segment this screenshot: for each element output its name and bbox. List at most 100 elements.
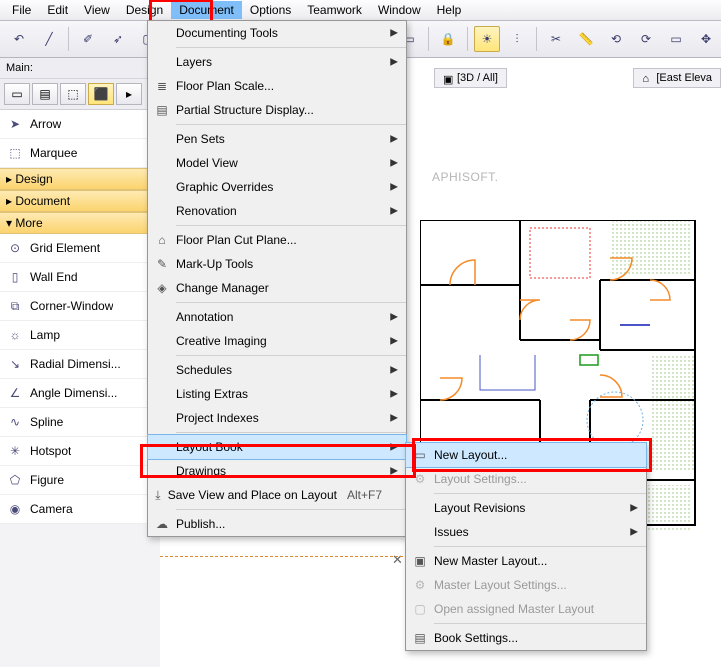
line-icon[interactable]: ╱ bbox=[36, 26, 62, 52]
tool-item-icon: ◉ bbox=[6, 502, 24, 516]
document-menu-item-0[interactable]: Documenting Tools▶ bbox=[148, 21, 406, 45]
document-menu-icon-19 bbox=[148, 382, 176, 406]
rotr-icon[interactable]: ⟳ bbox=[633, 26, 659, 52]
document-menu-item-2[interactable]: Layers▶ bbox=[148, 50, 406, 74]
document-menu-item-23[interactable]: Drawings▶ bbox=[148, 459, 406, 483]
tool-header-document[interactable]: ▸ Document bbox=[0, 190, 160, 212]
tool-palette: Main: ▭ ▤ ⬚ ⬛ ▸ ➤ Arrow ⬚ Marquee ▸ Desi… bbox=[0, 58, 161, 667]
menu-document[interactable]: Document bbox=[171, 1, 242, 19]
tool-item-8[interactable]: ⬠Figure bbox=[0, 466, 160, 495]
document-menu-item-26[interactable]: ☁Publish... bbox=[148, 512, 406, 536]
tool-item-icon: ✳ bbox=[6, 444, 24, 458]
document-menu-icon-18 bbox=[148, 358, 176, 382]
layout-submenu-icon-3 bbox=[406, 496, 434, 520]
layout-book-submenu: ▭New Layout...⚙Layout Settings... Layout … bbox=[405, 442, 647, 651]
menu-window[interactable]: Window bbox=[370, 1, 429, 19]
document-menu-item-22[interactable]: Layout Book▶ bbox=[147, 434, 407, 460]
tool-arrow[interactable]: ➤ Arrow bbox=[0, 110, 160, 139]
tool-item-1[interactable]: ▯Wall End bbox=[0, 263, 160, 292]
layout-submenu-item-6[interactable]: ▣New Master Layout... bbox=[406, 549, 646, 573]
document-menu-item-11[interactable]: ⌂Floor Plan Cut Plane... bbox=[148, 228, 406, 252]
layout-submenu-item-4[interactable]: Issues▶ bbox=[406, 520, 646, 544]
menu-options[interactable]: Options bbox=[242, 1, 299, 19]
tool-item-5[interactable]: ∠Angle Dimensi... bbox=[0, 379, 160, 408]
document-menu-icon-24: ⤓ bbox=[148, 483, 168, 507]
main-label: Main: bbox=[0, 58, 160, 79]
tool-marquee[interactable]: ⬚ Marquee bbox=[0, 139, 160, 168]
document-menu-item-15[interactable]: Annotation▶ bbox=[148, 305, 406, 329]
document-menu-item-9[interactable]: Renovation▶ bbox=[148, 199, 406, 223]
cube-3d-icon: ▣ bbox=[443, 73, 453, 83]
tool-item-9[interactable]: ◉Camera bbox=[0, 495, 160, 524]
rotl-icon[interactable]: ⟲ bbox=[603, 26, 629, 52]
layout-submenu-item-1: ⚙Layout Settings... bbox=[406, 467, 646, 491]
tool-item-icon: ⧉ bbox=[6, 299, 24, 314]
tab-close-icon[interactable]: ✕ bbox=[392, 552, 403, 568]
info-ic4[interactable]: ⬛ bbox=[88, 83, 114, 105]
tool-item-2[interactable]: ⧉Corner-Window bbox=[0, 292, 160, 321]
document-menu-item-20[interactable]: Project Indexes▶ bbox=[148, 406, 406, 430]
document-menu-item-18[interactable]: Schedules▶ bbox=[148, 358, 406, 382]
document-menu-item-12[interactable]: ✎Mark-Up Tools bbox=[148, 252, 406, 276]
info-ic1[interactable]: ▭ bbox=[4, 83, 30, 105]
tool-item-icon: ☼ bbox=[6, 328, 24, 342]
dropper-icon[interactable]: ✐ bbox=[75, 26, 101, 52]
document-menu-icon-11: ⌂ bbox=[148, 228, 176, 252]
document-menu-item-6[interactable]: Pen Sets▶ bbox=[148, 127, 406, 151]
document-menu-item-24[interactable]: ⤓Save View and Place on LayoutAlt+F7 bbox=[148, 483, 406, 507]
lock-icon[interactable]: 🔒 bbox=[435, 26, 461, 52]
tool-item-4[interactable]: ↘Radial Dimensi... bbox=[0, 350, 160, 379]
menu-file[interactable]: File bbox=[4, 1, 39, 19]
guide-line bbox=[160, 556, 403, 557]
layout-submenu-item-10[interactable]: ▤Book Settings... bbox=[406, 626, 646, 650]
layout-submenu-icon-4 bbox=[406, 520, 434, 544]
document-menu-item-7[interactable]: Model View▶ bbox=[148, 151, 406, 175]
document-menu-icon-23 bbox=[148, 459, 176, 483]
scissors-icon[interactable]: ✂ bbox=[543, 26, 569, 52]
document-menu-item-3[interactable]: ≣Floor Plan Scale... bbox=[148, 74, 406, 98]
ruler-icon[interactable]: 📏 bbox=[573, 26, 599, 52]
document-menu-icon-3: ≣ bbox=[148, 74, 176, 98]
document-menu-icon-4: ▤ bbox=[148, 98, 176, 122]
menu-view[interactable]: View bbox=[76, 1, 118, 19]
tool-item-icon: ⬠ bbox=[6, 473, 24, 487]
undo-icon[interactable]: ↶ bbox=[6, 26, 32, 52]
document-menu-item-19[interactable]: Listing Extras▶ bbox=[148, 382, 406, 406]
document-menu: Documenting Tools▶ Layers▶≣Floor Plan Sca… bbox=[147, 20, 407, 537]
layout-submenu-icon-8: ▢ bbox=[406, 597, 434, 621]
tab-east-elevation[interactable]: ⌂ [East Eleva bbox=[633, 68, 721, 88]
document-menu-item-4[interactable]: ▤Partial Structure Display... bbox=[148, 98, 406, 122]
tool-header-more[interactable]: ▾ More bbox=[0, 212, 160, 234]
document-menu-icon-22 bbox=[148, 435, 176, 459]
tool-item-3[interactable]: ☼Lamp bbox=[0, 321, 160, 350]
trace-icon[interactable]: ☀ bbox=[474, 26, 500, 52]
syringe-icon[interactable]: ➶ bbox=[105, 26, 131, 52]
menu-design[interactable]: Design bbox=[118, 1, 171, 19]
layout-submenu-item-7: ⚙Master Layout Settings... bbox=[406, 573, 646, 597]
info-ic2[interactable]: ▤ bbox=[32, 83, 58, 105]
info-ic5[interactable]: ▸ bbox=[116, 83, 142, 105]
menu-teamwork[interactable]: Teamwork bbox=[299, 1, 370, 19]
document-menu-item-16[interactable]: Creative Imaging▶ bbox=[148, 329, 406, 353]
tool-item-icon: ∠ bbox=[6, 386, 24, 400]
tool-item-7[interactable]: ✳Hotspot bbox=[0, 437, 160, 466]
select-icon[interactable]: ▭ bbox=[663, 26, 689, 52]
layout-submenu-item-0[interactable]: ▭New Layout... bbox=[405, 442, 647, 468]
document-menu-icon-15 bbox=[148, 305, 176, 329]
param-icon[interactable]: ⫶ bbox=[504, 26, 530, 52]
layout-submenu-item-3[interactable]: Layout Revisions▶ bbox=[406, 496, 646, 520]
document-menu-item-8[interactable]: Graphic Overrides▶ bbox=[148, 175, 406, 199]
document-menu-item-13[interactable]: ◈Change Manager bbox=[148, 276, 406, 300]
menubar: File Edit View Design Document Options T… bbox=[0, 0, 721, 21]
tab-3d-all[interactable]: ▣ [3D / All] bbox=[434, 68, 507, 88]
marquee-icon: ⬚ bbox=[6, 146, 24, 160]
document-menu-icon-7 bbox=[148, 151, 176, 175]
tool-item-6[interactable]: ∿Spline bbox=[0, 408, 160, 437]
info-ic3[interactable]: ⬚ bbox=[60, 83, 86, 105]
tool-item-0[interactable]: ⊙Grid Element bbox=[0, 234, 160, 263]
move-icon[interactable]: ✥ bbox=[693, 26, 719, 52]
menu-help[interactable]: Help bbox=[429, 1, 470, 19]
menu-edit[interactable]: Edit bbox=[39, 1, 76, 19]
tool-header-design[interactable]: ▸ Design bbox=[0, 168, 160, 190]
document-menu-icon-0 bbox=[148, 21, 176, 45]
